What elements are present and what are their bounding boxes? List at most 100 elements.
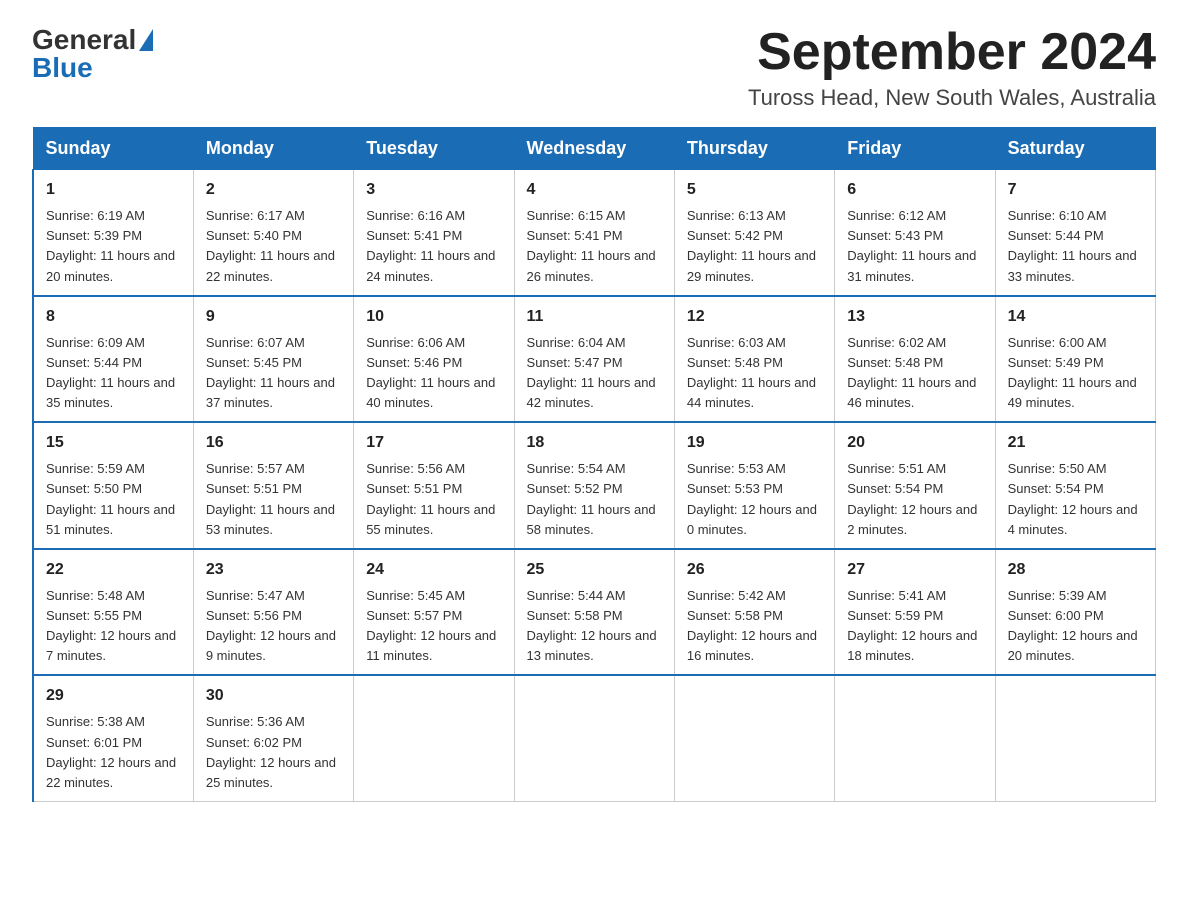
calendar-cell [674, 675, 834, 801]
calendar-cell: 27 Sunrise: 5:41 AMSunset: 5:59 PMDayligh… [835, 549, 995, 676]
week-row-5: 29 Sunrise: 5:38 AMSunset: 6:01 PMDayligh… [33, 675, 1156, 801]
day-info: Sunrise: 5:59 AMSunset: 5:50 PMDaylight:… [46, 459, 181, 540]
week-row-3: 15 Sunrise: 5:59 AMSunset: 5:50 PMDayligh… [33, 422, 1156, 549]
day-number: 7 [1008, 178, 1143, 202]
calendar-cell [835, 675, 995, 801]
day-info: Sunrise: 6:06 AMSunset: 5:46 PMDaylight:… [366, 333, 501, 414]
calendar-cell: 25 Sunrise: 5:44 AMSunset: 5:58 PMDayligh… [514, 549, 674, 676]
calendar-cell: 21 Sunrise: 5:50 AMSunset: 5:54 PMDayligh… [995, 422, 1155, 549]
day-number: 28 [1008, 558, 1143, 582]
day-info: Sunrise: 6:13 AMSunset: 5:42 PMDaylight:… [687, 206, 822, 287]
calendar-cell: 8 Sunrise: 6:09 AMSunset: 5:44 PMDaylight… [33, 296, 193, 423]
day-number: 1 [46, 178, 181, 202]
calendar-cell: 9 Sunrise: 6:07 AMSunset: 5:45 PMDaylight… [193, 296, 353, 423]
day-number: 12 [687, 305, 822, 329]
day-info: Sunrise: 6:17 AMSunset: 5:40 PMDaylight:… [206, 206, 341, 287]
week-row-2: 8 Sunrise: 6:09 AMSunset: 5:44 PMDaylight… [33, 296, 1156, 423]
day-number: 20 [847, 431, 982, 455]
day-number: 11 [527, 305, 662, 329]
day-info: Sunrise: 6:19 AMSunset: 5:39 PMDaylight:… [46, 206, 181, 287]
day-info: Sunrise: 5:56 AMSunset: 5:51 PMDaylight:… [366, 459, 501, 540]
week-row-4: 22 Sunrise: 5:48 AMSunset: 5:55 PMDayligh… [33, 549, 1156, 676]
weekday-header-tuesday: Tuesday [354, 128, 514, 170]
day-info: Sunrise: 5:39 AMSunset: 6:00 PMDaylight:… [1008, 586, 1143, 667]
day-info: Sunrise: 6:09 AMSunset: 5:44 PMDaylight:… [46, 333, 181, 414]
day-number: 19 [687, 431, 822, 455]
calendar-cell: 15 Sunrise: 5:59 AMSunset: 5:50 PMDayligh… [33, 422, 193, 549]
day-number: 23 [206, 558, 341, 582]
day-number: 10 [366, 305, 501, 329]
weekday-header-sunday: Sunday [33, 128, 193, 170]
day-info: Sunrise: 6:12 AMSunset: 5:43 PMDaylight:… [847, 206, 982, 287]
day-info: Sunrise: 5:41 AMSunset: 5:59 PMDaylight:… [847, 586, 982, 667]
day-number: 26 [687, 558, 822, 582]
weekday-header-row: SundayMondayTuesdayWednesdayThursdayFrid… [33, 128, 1156, 170]
day-info: Sunrise: 5:44 AMSunset: 5:58 PMDaylight:… [527, 586, 662, 667]
day-info: Sunrise: 5:38 AMSunset: 6:01 PMDaylight:… [46, 712, 181, 793]
day-info: Sunrise: 6:07 AMSunset: 5:45 PMDaylight:… [206, 333, 341, 414]
location-subtitle: Tuross Head, New South Wales, Australia [748, 85, 1156, 111]
day-number: 3 [366, 178, 501, 202]
calendar-cell: 19 Sunrise: 5:53 AMSunset: 5:53 PMDayligh… [674, 422, 834, 549]
day-number: 25 [527, 558, 662, 582]
day-number: 5 [687, 178, 822, 202]
calendar-cell: 16 Sunrise: 5:57 AMSunset: 5:51 PMDayligh… [193, 422, 353, 549]
day-number: 21 [1008, 431, 1143, 455]
day-info: Sunrise: 5:50 AMSunset: 5:54 PMDaylight:… [1008, 459, 1143, 540]
day-info: Sunrise: 5:42 AMSunset: 5:58 PMDaylight:… [687, 586, 822, 667]
day-info: Sunrise: 5:48 AMSunset: 5:55 PMDaylight:… [46, 586, 181, 667]
day-info: Sunrise: 5:47 AMSunset: 5:56 PMDaylight:… [206, 586, 341, 667]
calendar-cell: 18Sunrise: 5:54 AMSunset: 5:52 PMDayligh… [514, 422, 674, 549]
calendar-cell: 11 Sunrise: 6:04 AMSunset: 5:47 PMDayligh… [514, 296, 674, 423]
day-info: Sunrise: 5:45 AMSunset: 5:57 PMDaylight:… [366, 586, 501, 667]
logo-triangle-icon [139, 29, 153, 51]
day-info: Sunrise: 5:36 AMSunset: 6:02 PMDaylight:… [206, 712, 341, 793]
week-row-1: 1 Sunrise: 6:19 AMSunset: 5:39 PMDaylight… [33, 170, 1156, 296]
day-number: 30 [206, 684, 341, 708]
day-number: 22 [46, 558, 181, 582]
calendar-cell: 12 Sunrise: 6:03 AMSunset: 5:48 PMDayligh… [674, 296, 834, 423]
day-info: Sunrise: 6:02 AMSunset: 5:48 PMDaylight:… [847, 333, 982, 414]
calendar-cell: 26 Sunrise: 5:42 AMSunset: 5:58 PMDayligh… [674, 549, 834, 676]
day-info: Sunrise: 6:03 AMSunset: 5:48 PMDaylight:… [687, 333, 822, 414]
day-info: Sunrise: 5:53 AMSunset: 5:53 PMDaylight:… [687, 459, 822, 540]
calendar-cell: 23 Sunrise: 5:47 AMSunset: 5:56 PMDayligh… [193, 549, 353, 676]
calendar-cell [354, 675, 514, 801]
calendar-cell [514, 675, 674, 801]
day-number: 8 [46, 305, 181, 329]
calendar-cell: 17 Sunrise: 5:56 AMSunset: 5:51 PMDayligh… [354, 422, 514, 549]
calendar-cell: 4Sunrise: 6:15 AMSunset: 5:41 PMDaylight… [514, 170, 674, 296]
day-number: 17 [366, 431, 501, 455]
day-info: Sunrise: 6:00 AMSunset: 5:49 PMDaylight:… [1008, 333, 1143, 414]
day-info: Sunrise: 5:57 AMSunset: 5:51 PMDaylight:… [206, 459, 341, 540]
day-number: 27 [847, 558, 982, 582]
day-number: 9 [206, 305, 341, 329]
calendar-cell: 6 Sunrise: 6:12 AMSunset: 5:43 PMDaylight… [835, 170, 995, 296]
weekday-header-monday: Monday [193, 128, 353, 170]
calendar-cell: 20Sunrise: 5:51 AMSunset: 5:54 PMDayligh… [835, 422, 995, 549]
logo: General Blue [32, 24, 153, 84]
day-number: 6 [847, 178, 982, 202]
weekday-header-saturday: Saturday [995, 128, 1155, 170]
day-number: 16 [206, 431, 341, 455]
calendar-cell: 13Sunrise: 6:02 AMSunset: 5:48 PMDayligh… [835, 296, 995, 423]
calendar-cell: 10 Sunrise: 6:06 AMSunset: 5:46 PMDayligh… [354, 296, 514, 423]
calendar-cell: 7Sunrise: 6:10 AMSunset: 5:44 PMDaylight… [995, 170, 1155, 296]
day-number: 29 [46, 684, 181, 708]
calendar-cell: 28 Sunrise: 5:39 AMSunset: 6:00 PMDayligh… [995, 549, 1155, 676]
logo-blue-text: Blue [32, 52, 93, 84]
calendar-cell: 22 Sunrise: 5:48 AMSunset: 5:55 PMDayligh… [33, 549, 193, 676]
calendar-cell: 24 Sunrise: 5:45 AMSunset: 5:57 PMDayligh… [354, 549, 514, 676]
calendar-cell: 1 Sunrise: 6:19 AMSunset: 5:39 PMDaylight… [33, 170, 193, 296]
day-number: 24 [366, 558, 501, 582]
page-header: General Blue September 2024 Tuross Head,… [32, 24, 1156, 111]
weekday-header-wednesday: Wednesday [514, 128, 674, 170]
calendar-cell: 3Sunrise: 6:16 AMSunset: 5:41 PMDaylight… [354, 170, 514, 296]
calendar-cell: 2Sunrise: 6:17 AMSunset: 5:40 PMDaylight… [193, 170, 353, 296]
calendar-cell: 30 Sunrise: 5:36 AMSunset: 6:02 PMDayligh… [193, 675, 353, 801]
day-info: Sunrise: 6:04 AMSunset: 5:47 PMDaylight:… [527, 333, 662, 414]
weekday-header-friday: Friday [835, 128, 995, 170]
day-info: Sunrise: 6:15 AMSunset: 5:41 PMDaylight:… [527, 206, 662, 287]
calendar-cell: 14Sunrise: 6:00 AMSunset: 5:49 PMDayligh… [995, 296, 1155, 423]
day-number: 15 [46, 431, 181, 455]
